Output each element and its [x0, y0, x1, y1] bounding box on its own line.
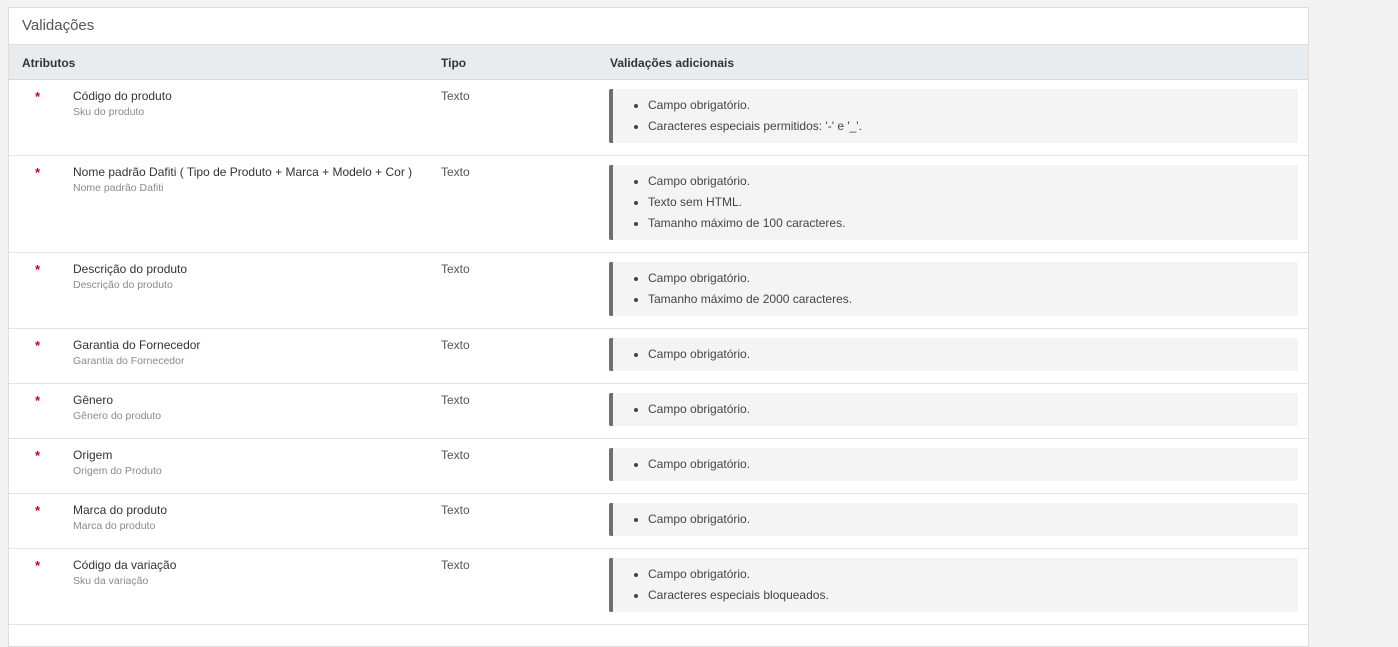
- validations-box: Campo obrigatório. Texto sem HTML. Taman…: [609, 165, 1298, 240]
- header-type: Tipo: [441, 56, 467, 70]
- attribute-name: Código da variação: [73, 558, 177, 572]
- required-marker: *: [35, 89, 41, 104]
- attribute-name: Marca do produto: [73, 503, 168, 517]
- validation-item: Campo obrigatório.: [648, 399, 1298, 420]
- table-row: * Marca do produto Marca do produto Text…: [9, 494, 1308, 549]
- validations-list: Campo obrigatório.: [613, 393, 1298, 426]
- validation-item: Campo obrigatório.: [648, 268, 1298, 289]
- table-row: * Código da variação Sku da variação Tex…: [9, 549, 1308, 625]
- required-marker: *: [35, 165, 41, 180]
- required-marker: *: [35, 393, 41, 408]
- table-row: * Descrição do produto Descrição do prod…: [9, 253, 1308, 329]
- attribute-type: Texto: [441, 393, 470, 407]
- attribute-type: Texto: [441, 558, 470, 572]
- validations-box: Campo obrigatório. Tamanho máximo de 200…: [609, 262, 1298, 316]
- required-marker: *: [35, 503, 41, 518]
- validation-item: Tamanho máximo de 100 caracteres.: [648, 213, 1298, 234]
- attribute-name: Nome padrão Dafiti ( Tipo de Produto + M…: [73, 165, 413, 179]
- attribute-type: Texto: [441, 165, 470, 179]
- validation-item: Caracteres especiais bloqueados.: [648, 585, 1298, 606]
- validations-list: Campo obrigatório. Caracteres especiais …: [613, 89, 1298, 143]
- attribute-subtitle: Origem do Produto: [73, 465, 162, 477]
- validations-list: Campo obrigatório. Tamanho máximo de 200…: [613, 262, 1298, 316]
- table-row: * Garantia do Fornecedor Garantia do For…: [9, 329, 1308, 384]
- validation-item: Campo obrigatório.: [648, 95, 1298, 116]
- attribute-subtitle: Garantia do Fornecedor: [73, 355, 185, 367]
- header-attributes: Atributos: [22, 56, 76, 70]
- validations-list: Campo obrigatório.: [613, 448, 1298, 481]
- attribute-type: Texto: [441, 89, 470, 103]
- validations-box: Campo obrigatório. Caracteres especiais …: [609, 89, 1298, 143]
- attribute-subtitle: Gênero do produto: [73, 410, 162, 422]
- validation-item: Campo obrigatório.: [648, 344, 1298, 365]
- validations-panel: Validações Atributos Tipo Validações adi…: [8, 7, 1309, 647]
- required-marker: *: [35, 448, 41, 463]
- validation-item: Campo obrigatório.: [648, 454, 1298, 475]
- validations-list: Campo obrigatório.: [613, 338, 1298, 371]
- table-row: * Código do produto Sku do produto Texto…: [9, 80, 1308, 156]
- attribute-subtitle: Descrição do produto: [73, 279, 173, 291]
- attribute-name: Origem: [73, 448, 113, 462]
- validation-item: Caracteres especiais permitidos: '-' e '…: [648, 116, 1298, 137]
- validations-box: Campo obrigatório.: [609, 393, 1298, 426]
- required-marker: *: [35, 558, 41, 573]
- table-row: * Nome padrão Dafiti ( Tipo de Produto +…: [9, 156, 1308, 253]
- required-marker: *: [35, 262, 41, 277]
- table-row: * Origem Origem do Produto Texto Campo o…: [9, 439, 1308, 494]
- attribute-subtitle: Sku da variação: [73, 575, 149, 587]
- validation-item: Campo obrigatório.: [648, 171, 1298, 192]
- attribute-name: Garantia do Fornecedor: [73, 338, 201, 352]
- attribute-name: Gênero: [73, 393, 114, 407]
- attribute-subtitle: Sku do produto: [73, 106, 145, 118]
- validation-item: Texto sem HTML.: [648, 192, 1298, 213]
- attribute-type: Texto: [441, 262, 470, 276]
- validation-item: Tamanho máximo de 2000 caracteres.: [648, 289, 1298, 310]
- validations-box: Campo obrigatório.: [609, 338, 1298, 371]
- attribute-type: Texto: [441, 448, 470, 462]
- required-marker: *: [35, 338, 41, 353]
- panel-title: Validações: [9, 8, 1308, 45]
- validation-item: Campo obrigatório.: [648, 509, 1298, 530]
- validations-list: Campo obrigatório. Texto sem HTML. Taman…: [613, 165, 1298, 240]
- attribute-name: Descrição do produto: [73, 262, 188, 276]
- table-header: Atributos Tipo Validações adicionais: [9, 45, 1308, 80]
- attribute-subtitle: Marca do produto: [73, 520, 156, 532]
- validations-box: Campo obrigatório.: [609, 503, 1298, 536]
- validations-list: Campo obrigatório. Caracteres especiais …: [613, 558, 1298, 612]
- attribute-type: Texto: [441, 503, 470, 517]
- attribute-subtitle: Nome padrão Dafiti: [73, 182, 164, 194]
- header-validations: Validações adicionais: [610, 56, 735, 70]
- attribute-type: Texto: [441, 338, 470, 352]
- validations-box: Campo obrigatório. Caracteres especiais …: [609, 558, 1298, 612]
- table-row: * Gênero Gênero do produto Texto Campo o…: [9, 384, 1308, 439]
- attribute-name: Código do produto: [73, 89, 172, 103]
- validations-box: Campo obrigatório.: [609, 448, 1298, 481]
- validations-list: Campo obrigatório.: [613, 503, 1298, 536]
- validation-item: Campo obrigatório.: [648, 564, 1298, 585]
